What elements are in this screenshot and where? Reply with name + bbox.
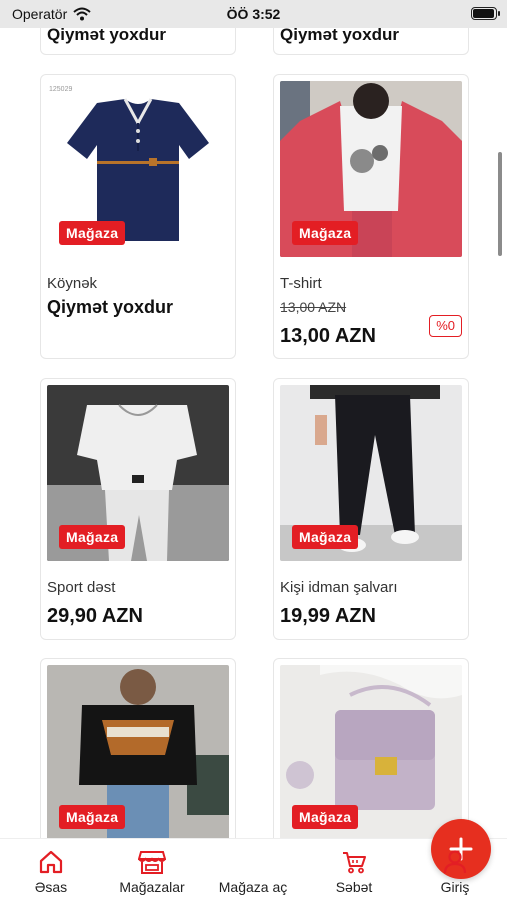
product-card[interactable]: Mağaza Kişi idman şalvarı 19,99 AZN [273, 378, 469, 640]
status-bar: Operatör ÖÖ 3:52 [0, 0, 507, 28]
store-icon [138, 851, 166, 874]
store-badge: Mağaza [292, 525, 359, 549]
nav-item-home[interactable]: Əsas [6, 849, 96, 895]
nav-item-stores[interactable]: Mağazalar [107, 849, 197, 895]
battery-icon [471, 7, 500, 20]
product-card[interactable]: Mağaza Sport dəst 29,90 AZN [40, 378, 236, 640]
product-price: Qiymət yoxdur [47, 25, 167, 44]
product-price: 29,90 AZN [47, 605, 143, 627]
product-name: Kişi idman şalvarı [280, 579, 398, 596]
product-name: Köynək [47, 275, 98, 292]
nav-label: Mağazalar [119, 879, 185, 895]
product-price: 13,00 AZN [280, 325, 376, 347]
product-price: 19,99 AZN [280, 605, 376, 627]
product-card[interactable]: Mağaza T-shirt 13,00 AZN 13,00 AZN %0 [273, 74, 469, 359]
discount-badge: %0 [429, 315, 462, 337]
app-screen: Qiymət yoxdur Qiymət yoxdur 125029 Mağaz… [0, 0, 507, 900]
nav-item-open-store[interactable]: Mağaza aç [208, 819, 491, 895]
user-icon [443, 850, 467, 874]
store-badge: Mağaza [59, 221, 126, 245]
nav-item-login[interactable]: Giriş [410, 849, 500, 895]
store-badge: Mağaza [59, 805, 126, 829]
store-badge: Mağaza [59, 525, 126, 549]
carrier-label: Operatör [12, 6, 68, 22]
product-price: Qiymət yoxdur [280, 25, 400, 44]
nav-label: Əsas [34, 879, 68, 895]
carrier: Operatör [12, 6, 91, 22]
bottom-navigation: Əsas Mağazalar Mağaza aç Səbət Giriş [0, 819, 507, 900]
nav-label: Giriş [440, 879, 470, 895]
nav-label: Səbət [335, 879, 373, 895]
product-old-price: 13,00 AZN [280, 299, 347, 315]
nav-item-cart[interactable]: Səbət [309, 849, 399, 895]
product-name: Sport dəst [47, 579, 116, 596]
product-price: Qiymət yoxdur [47, 297, 174, 317]
scrollbar[interactable] [498, 152, 502, 256]
store-badge: Mağaza [292, 221, 359, 245]
cart-icon [343, 852, 366, 874]
store-badge: Mağaza [292, 805, 359, 829]
nav-label: Mağaza aç [218, 879, 288, 895]
battery-level [473, 9, 494, 18]
clock: ÖÖ 3:52 [226, 6, 281, 22]
product-name: T-shirt [280, 275, 322, 292]
wifi-icon [73, 7, 91, 21]
home-icon [39, 850, 63, 874]
svg-text:125029: 125029 [49, 86, 72, 93]
product-card[interactable]: 125029 Mağaza Köynək Qiymət yoxdur [40, 74, 236, 359]
